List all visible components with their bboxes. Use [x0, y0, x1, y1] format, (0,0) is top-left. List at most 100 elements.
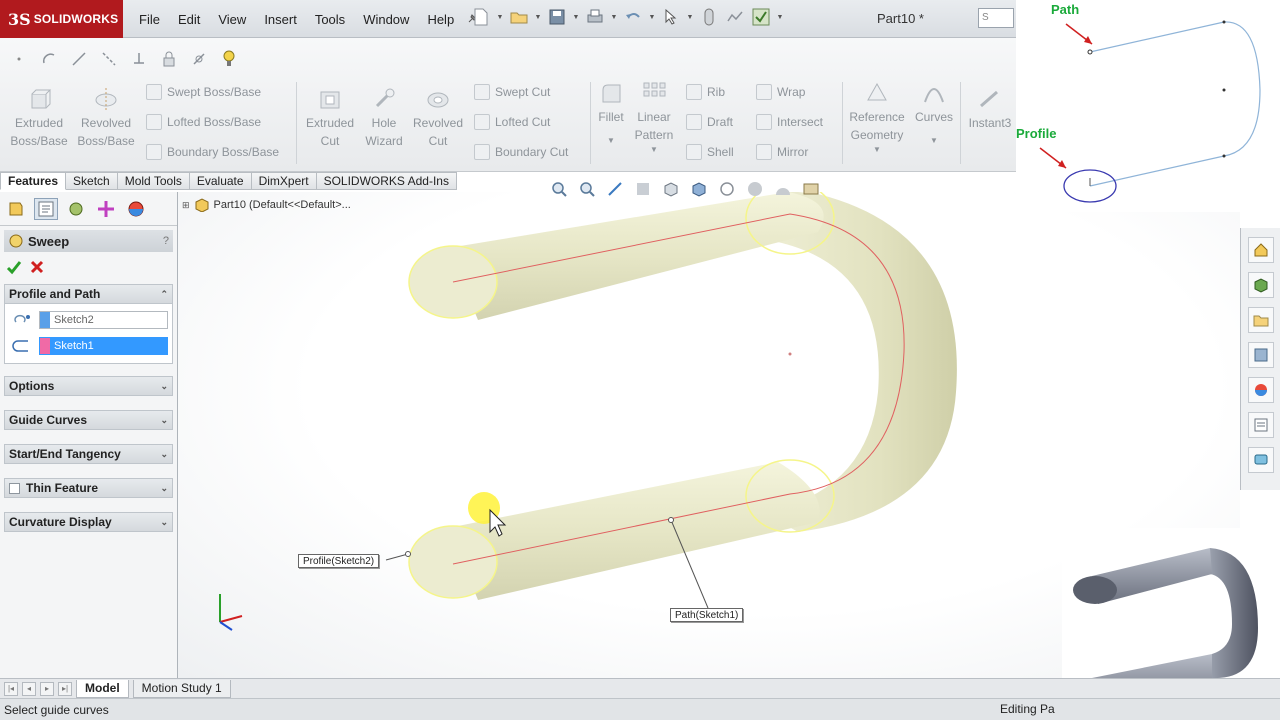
- path-callout[interactable]: Path(Sketch1): [670, 608, 744, 622]
- mirror-button[interactable]: Mirror: [756, 144, 808, 160]
- solidworks-resources-icon[interactable]: [1247, 237, 1274, 263]
- print-dropdown-icon[interactable]: ▼: [610, 6, 618, 28]
- zoom-to-area-icon[interactable]: [576, 178, 598, 200]
- menu-file[interactable]: File: [130, 12, 169, 27]
- lofted-cut-button[interactable]: Lofted Cut: [474, 114, 550, 130]
- menu-tools[interactable]: Tools: [306, 12, 354, 27]
- menu-view[interactable]: View: [209, 12, 255, 27]
- last-tab-icon[interactable]: ▸|: [58, 681, 72, 696]
- expand-tree-icon[interactable]: ⊞: [182, 200, 190, 211]
- tab-features[interactable]: Features: [0, 172, 67, 190]
- intersect-button[interactable]: Intersect: [756, 114, 823, 130]
- search-input[interactable]: S: [978, 8, 1014, 28]
- boundary-boss-base-button[interactable]: Boundary Boss/Base: [146, 144, 279, 160]
- previous-view-icon[interactable]: [604, 178, 626, 200]
- profile-and-path-header[interactable]: Profile and Path ⌃: [4, 284, 173, 304]
- new-document-icon[interactable]: [470, 6, 492, 28]
- extruded-boss-base-button[interactable]: Extruded Boss/Base: [8, 86, 70, 150]
- ok-check-icon[interactable]: [6, 259, 22, 275]
- lower-end-cap[interactable]: [408, 525, 498, 599]
- draft-button[interactable]: Draft: [686, 114, 733, 130]
- tab-solidworks-addins[interactable]: SOLIDWORKS Add-Ins: [316, 172, 457, 190]
- fillet-button[interactable]: Fillet ▼: [594, 80, 628, 156]
- options-dropdown-icon[interactable]: ▼: [776, 6, 784, 28]
- apply-scene-icon[interactable]: [772, 178, 794, 200]
- edit-appearance-icon[interactable]: [744, 178, 766, 200]
- tab-evaluate[interactable]: Evaluate: [189, 172, 252, 190]
- undo-icon[interactable]: [622, 6, 644, 28]
- view-palette-icon[interactable]: [1247, 342, 1274, 368]
- hole-wizard-button[interactable]: Hole Wizard: [358, 86, 410, 150]
- lightbulb-icon[interactable]: [218, 48, 240, 70]
- file-properties-icon[interactable]: [724, 6, 746, 28]
- configuration-manager-icon[interactable]: [64, 198, 88, 220]
- next-tab-icon[interactable]: ▸: [40, 681, 54, 696]
- path-selection-box[interactable]: Sketch1: [39, 337, 168, 355]
- design-library-icon[interactable]: [1247, 272, 1274, 298]
- swept-cut-button[interactable]: Swept Cut: [474, 84, 550, 100]
- view-orientation-icon[interactable]: [660, 178, 682, 200]
- sweep-upper-tube-surface[interactable]: [448, 192, 824, 320]
- property-manager-icon[interactable]: [34, 197, 58, 220]
- menu-edit[interactable]: Edit: [169, 12, 209, 27]
- sweep-lower-tube-surface[interactable]: [448, 462, 820, 600]
- line-icon[interactable]: [68, 48, 90, 70]
- curves-dropdown-icon[interactable]: ▼: [910, 126, 958, 156]
- smart-dimension-icon[interactable]: [188, 48, 210, 70]
- dimension-icon[interactable]: [128, 48, 150, 70]
- guide-curves-header[interactable]: Guide Curves ⌄: [4, 410, 173, 430]
- save-dropdown-icon[interactable]: ▼: [572, 6, 580, 28]
- arc-icon[interactable]: [38, 48, 60, 70]
- expand-icon[interactable]: ⌄: [160, 483, 168, 494]
- feature-manager-icon[interactable]: [4, 198, 28, 220]
- tab-dimxpert[interactable]: DimXpert: [251, 172, 317, 190]
- tab-sketch[interactable]: Sketch: [66, 172, 118, 190]
- zoom-to-fit-icon[interactable]: [548, 178, 570, 200]
- profile-selection-box[interactable]: Sketch2: [39, 311, 168, 329]
- print-icon[interactable]: [584, 6, 606, 28]
- forum-icon[interactable]: [1247, 447, 1274, 473]
- new-dropdown-icon[interactable]: ▼: [496, 6, 504, 28]
- hide-show-items-icon[interactable]: [716, 178, 738, 200]
- fillet-dropdown-icon[interactable]: ▼: [594, 126, 628, 156]
- tab-mold-tools[interactable]: Mold Tools: [117, 172, 190, 190]
- menu-help[interactable]: Help: [418, 12, 463, 27]
- curves-button[interactable]: Curves ▼: [910, 80, 958, 156]
- section-view-icon[interactable]: [632, 178, 654, 200]
- swept-boss-base-button[interactable]: Swept Boss/Base: [146, 84, 261, 100]
- linear-pattern-button[interactable]: Linear Pattern ▼: [630, 80, 678, 156]
- save-icon[interactable]: [546, 6, 568, 28]
- help-icon[interactable]: ?: [163, 235, 169, 247]
- centerline-icon[interactable]: [98, 48, 120, 70]
- expand-icon[interactable]: ⌄: [160, 517, 168, 528]
- thin-feature-header[interactable]: Thin Feature ⌄: [4, 478, 173, 498]
- file-explorer-icon[interactable]: [1247, 307, 1274, 333]
- appearances-scenes-icon[interactable]: [1247, 377, 1274, 403]
- pattern-dropdown-icon[interactable]: ▼: [630, 144, 678, 156]
- open-folder-icon[interactable]: [508, 6, 530, 28]
- tab-model[interactable]: Model: [76, 679, 129, 698]
- revolved-cut-button[interactable]: Revolved Cut: [410, 86, 466, 150]
- dimxpert-manager-icon[interactable]: [94, 198, 118, 220]
- expand-icon[interactable]: ⌄: [160, 415, 168, 426]
- menu-window[interactable]: Window: [354, 12, 418, 27]
- undo-dropdown-icon[interactable]: ▼: [648, 6, 656, 28]
- wrap-button[interactable]: Wrap: [756, 84, 805, 100]
- custom-properties-icon[interactable]: [1247, 412, 1274, 438]
- instant3d-button[interactable]: Instant3: [964, 86, 1016, 132]
- expand-icon[interactable]: ⌄: [160, 449, 168, 460]
- tab-motion-study-1[interactable]: Motion Study 1: [132, 679, 231, 698]
- cancel-x-icon[interactable]: [30, 260, 44, 274]
- lofted-boss-base-button[interactable]: Lofted Boss/Base: [146, 114, 261, 130]
- menu-insert[interactable]: Insert: [255, 12, 306, 27]
- extruded-cut-button[interactable]: Extruded Cut: [302, 86, 358, 150]
- feature-tree-flyout[interactable]: ⊞ Part10 (Default<<Default>...: [182, 198, 351, 212]
- rebuild-icon[interactable]: [698, 6, 720, 28]
- display-style-icon[interactable]: [688, 178, 710, 200]
- rib-button[interactable]: Rib: [686, 84, 725, 100]
- previous-tab-icon[interactable]: ◂: [22, 681, 36, 696]
- select-arrow-icon[interactable]: [660, 6, 682, 28]
- options-header[interactable]: Options ⌄: [4, 376, 173, 396]
- shell-button[interactable]: Shell: [686, 144, 734, 160]
- revolved-boss-base-button[interactable]: Revolved Boss/Base: [74, 86, 138, 150]
